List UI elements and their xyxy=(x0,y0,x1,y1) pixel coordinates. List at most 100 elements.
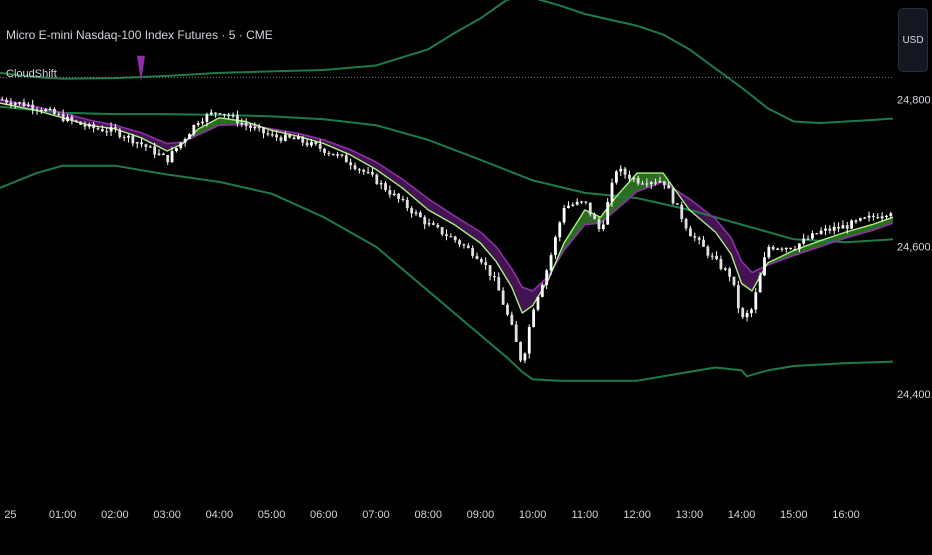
candle-body xyxy=(854,220,858,222)
candle-body xyxy=(636,178,640,184)
candle-body xyxy=(183,138,187,143)
candle-body xyxy=(458,240,461,245)
candle-body xyxy=(249,125,252,128)
candle-body xyxy=(161,153,165,156)
candle-body xyxy=(144,144,148,147)
candle-body xyxy=(567,205,570,208)
candle-body xyxy=(74,120,78,122)
candle-body xyxy=(462,244,466,246)
indicator-label[interactable]: CloudShift xyxy=(6,68,57,80)
candle-body xyxy=(471,247,475,256)
currency-label: USD xyxy=(902,34,924,46)
candle-body xyxy=(484,262,488,266)
candle-body xyxy=(96,128,100,130)
candle-body xyxy=(453,236,457,241)
candle-body xyxy=(871,215,875,218)
candle-body xyxy=(83,124,87,127)
candle-body xyxy=(201,121,204,124)
candle-body xyxy=(741,308,745,318)
time-tick-label: 14:00 xyxy=(728,509,756,521)
candle-body xyxy=(100,129,104,132)
candle-body xyxy=(466,245,470,248)
candle-body xyxy=(188,134,191,139)
candle-body xyxy=(562,207,566,223)
candle-body xyxy=(48,108,52,111)
candle-body xyxy=(523,353,527,361)
time-tick-label: 07:00 xyxy=(362,509,390,521)
candle-body xyxy=(449,236,453,238)
candle-body xyxy=(545,270,549,285)
time-tick-label: 01:00 xyxy=(49,509,77,521)
candle-body xyxy=(584,201,588,203)
candle-body xyxy=(196,123,200,125)
time-tick-label: 12:00 xyxy=(623,509,651,521)
candle-body xyxy=(632,178,636,180)
candle-body xyxy=(780,248,784,250)
chart-area[interactable]: 24,800.00 24,600.00 24,400.00 25 01:00 02:00… xyxy=(0,0,932,550)
candle-body xyxy=(340,154,344,156)
candle-body xyxy=(885,215,888,218)
candle-body xyxy=(641,183,644,185)
candle-body xyxy=(697,237,701,240)
candle-body xyxy=(802,238,806,244)
candle-body xyxy=(514,324,518,342)
candle-body xyxy=(122,136,126,139)
candle-body xyxy=(445,234,448,237)
candle-body xyxy=(745,313,749,318)
price-axis[interactable]: 24,800.00 24,600.00 24,400.00 xyxy=(897,94,932,401)
candle-body xyxy=(410,208,414,214)
candle-body xyxy=(493,276,496,278)
candle-body xyxy=(771,246,775,250)
candle-body xyxy=(497,277,501,291)
candle-body xyxy=(92,124,96,129)
candle-body xyxy=(806,238,810,240)
candle-body xyxy=(628,174,631,179)
candle-body xyxy=(479,258,483,263)
candle-body xyxy=(841,225,845,229)
middle-band-line xyxy=(0,105,893,244)
time-tick-label: 16:00 xyxy=(832,509,860,521)
candle-body xyxy=(658,181,662,183)
candle-body xyxy=(588,202,592,215)
time-tick-label: 03:00 xyxy=(153,509,181,521)
candle-body xyxy=(357,169,361,171)
price-chart[interactable]: 24,800.00 24,600.00 24,400.00 25 01:00 02:00… xyxy=(0,0,932,550)
candle-body xyxy=(127,135,130,138)
candle-body xyxy=(606,202,610,225)
candle-body xyxy=(148,146,152,148)
candle-body xyxy=(296,136,300,140)
candle-body xyxy=(35,109,39,111)
indicator-lines xyxy=(0,0,893,382)
candle-body xyxy=(371,172,374,175)
candle-body xyxy=(153,146,157,155)
candle-body xyxy=(288,134,292,138)
candle-body xyxy=(140,142,143,145)
candle-body xyxy=(192,124,196,135)
candle-body xyxy=(118,129,122,137)
time-axis[interactable]: 25 01:00 02:00 03:00 04:00 05:00 06:00 07:00 08:… xyxy=(4,509,859,521)
candle-body xyxy=(418,212,422,218)
candle-body xyxy=(244,123,248,126)
candle-body xyxy=(275,134,279,138)
candle-body xyxy=(0,99,4,101)
candle-body xyxy=(236,115,239,124)
candle-body xyxy=(619,168,623,172)
candle-body xyxy=(109,127,113,132)
candle-body xyxy=(811,233,814,239)
currency-button[interactable]: USD xyxy=(898,8,928,72)
candle-body xyxy=(715,255,718,260)
candle-body xyxy=(750,309,753,314)
candle-body xyxy=(488,265,492,277)
candle-body xyxy=(832,226,836,231)
candle-body xyxy=(222,113,226,116)
candle-body xyxy=(301,136,305,143)
candle-body xyxy=(131,135,135,144)
candle-body xyxy=(702,239,705,247)
candle-body xyxy=(784,247,788,250)
candle-body xyxy=(105,131,109,133)
candle-body xyxy=(689,228,692,237)
symbol-title[interactable]: Micro E-mini Nasdaq-100 Index Futures · … xyxy=(6,28,273,42)
candle-body xyxy=(736,285,740,309)
time-tick-label: 04:00 xyxy=(206,509,234,521)
candle-body xyxy=(262,127,265,134)
